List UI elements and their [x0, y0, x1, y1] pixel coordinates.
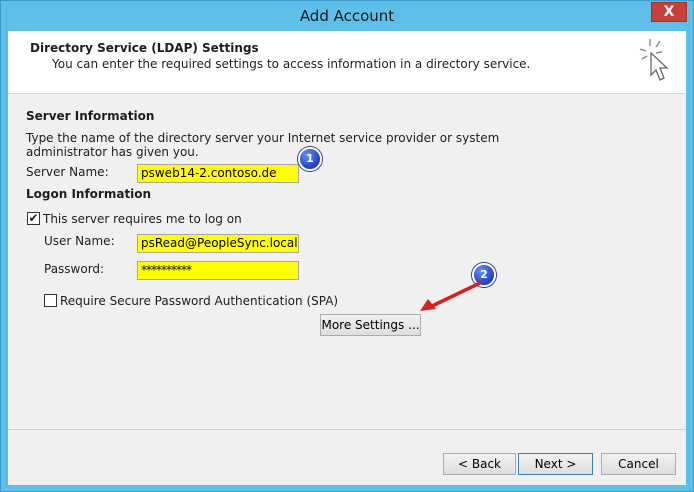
red-arrow-icon [420, 281, 482, 311]
password-input[interactable]: ********** [137, 261, 299, 280]
spa-label: Require Secure Password Authentication (… [60, 294, 339, 308]
requires-logon-label: This server requires me to log on [43, 212, 242, 226]
spa-checkbox[interactable] [44, 294, 57, 307]
window-title: Add Account [299, 7, 395, 25]
step-1-badge: 1 [298, 147, 322, 171]
close-button[interactable]: X [651, 2, 687, 22]
more-settings-button[interactable]: More Settings ... [320, 314, 421, 336]
add-account-window: Add Account X Directory Service (LDAP) S… [0, 0, 694, 492]
server-info-description-line2: administrator has given you. [26, 145, 199, 159]
footer-divider [8, 429, 686, 430]
wizard-cursor-icon [639, 39, 669, 81]
header-subtitle: You can enter the required settings to a… [52, 57, 531, 71]
wizard-header: Directory Service (LDAP) Settings You ca… [8, 31, 686, 94]
checkmark-icon: ✔ [28, 211, 39, 225]
cancel-button[interactable]: Cancel [601, 453, 676, 475]
header-title: Directory Service (LDAP) Settings [30, 41, 259, 55]
password-label: Password: [44, 262, 105, 276]
title-bar: Add Account X [1, 1, 693, 31]
next-button[interactable]: Next > [518, 453, 593, 475]
server-info-heading: Server Information [26, 109, 155, 123]
dialog-client-area: Directory Service (LDAP) Settings You ca… [8, 31, 686, 485]
user-name-input[interactable]: psRead@PeopleSync.local [137, 234, 299, 253]
server-name-label: Server Name: [26, 165, 109, 179]
requires-logon-checkbox[interactable]: ✔ [27, 212, 40, 225]
logon-info-heading: Logon Information [26, 187, 152, 201]
back-button[interactable]: < Back [443, 453, 516, 475]
server-name-input[interactable]: psweb14-2.contoso.de [137, 164, 299, 183]
server-info-description-line1: Type the name of the directory server yo… [26, 131, 500, 145]
user-name-label: User Name: [44, 234, 115, 248]
